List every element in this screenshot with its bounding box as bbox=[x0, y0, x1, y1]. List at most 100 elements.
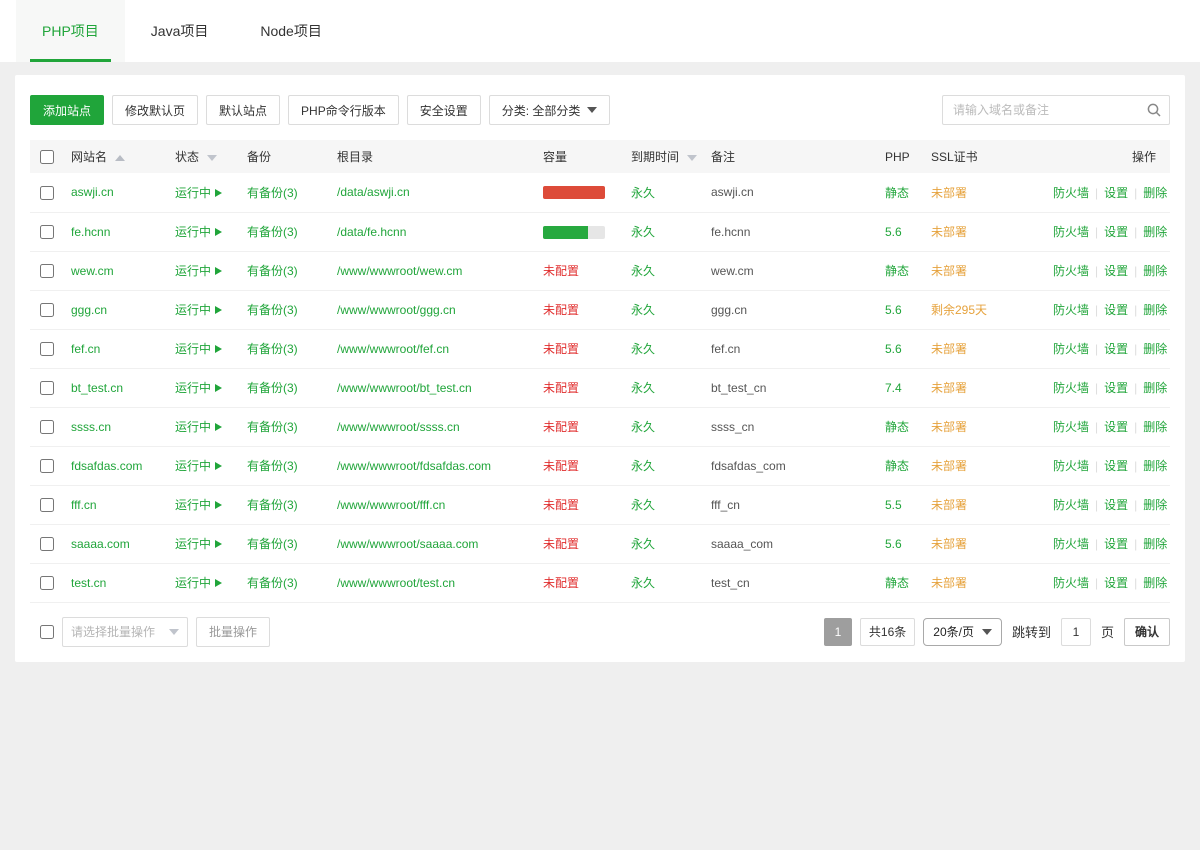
backup-link[interactable]: 有备份(3) bbox=[247, 420, 298, 434]
settings-link[interactable]: 设置 bbox=[1104, 381, 1128, 395]
settings-link[interactable]: 设置 bbox=[1104, 342, 1128, 356]
ssl-status-link[interactable]: 未部署 bbox=[931, 498, 967, 512]
tab-node[interactable]: Node项目 bbox=[234, 0, 347, 62]
capacity-text-link[interactable]: 未配置 bbox=[543, 420, 579, 434]
delete-link[interactable]: 删除 bbox=[1143, 381, 1167, 395]
row-checkbox[interactable] bbox=[40, 264, 54, 278]
expire-link[interactable]: 永久 bbox=[631, 186, 655, 200]
php-version-link[interactable]: 5.6 bbox=[885, 303, 902, 317]
col-status[interactable]: 状态 bbox=[170, 140, 242, 173]
settings-link[interactable]: 设置 bbox=[1104, 420, 1128, 434]
root-dir-link[interactable]: /www/wwwroot/fff.cn bbox=[337, 498, 445, 512]
php-version-link[interactable]: 5.5 bbox=[885, 498, 902, 512]
expire-link[interactable]: 永久 bbox=[631, 264, 655, 278]
select-all-checkbox[interactable] bbox=[40, 150, 54, 164]
firewall-link[interactable]: 防火墙 bbox=[1053, 381, 1089, 395]
php-version-link[interactable]: 5.6 bbox=[885, 225, 902, 239]
page-number-button[interactable]: 1 bbox=[824, 618, 852, 646]
capacity-text-link[interactable]: 未配置 bbox=[543, 381, 579, 395]
delete-link[interactable]: 删除 bbox=[1143, 264, 1167, 278]
root-dir-link[interactable]: /data/aswji.cn bbox=[337, 185, 410, 199]
expire-link[interactable]: 永久 bbox=[631, 420, 655, 434]
expire-link[interactable]: 永久 bbox=[631, 225, 655, 239]
ssl-status-link[interactable]: 剩余295天 bbox=[931, 303, 987, 317]
backup-link[interactable]: 有备份(3) bbox=[247, 303, 298, 317]
search-icon[interactable] bbox=[1146, 102, 1162, 118]
capacity-text-link[interactable]: 未配置 bbox=[543, 303, 579, 317]
modify-default-page-button[interactable]: 修改默认页 bbox=[112, 95, 198, 125]
php-version-link[interactable]: 静态 bbox=[885, 264, 909, 278]
col-expire[interactable]: 到期时间 bbox=[626, 140, 706, 173]
backup-link[interactable]: 有备份(3) bbox=[247, 381, 298, 395]
site-note[interactable]: fdsafdas_com bbox=[711, 459, 786, 473]
page-size-select[interactable]: 20条/页 bbox=[923, 618, 1002, 646]
row-checkbox[interactable] bbox=[40, 186, 54, 200]
settings-link[interactable]: 设置 bbox=[1104, 264, 1128, 278]
root-dir-link[interactable]: /data/fe.hcnn bbox=[337, 225, 406, 239]
row-checkbox[interactable] bbox=[40, 342, 54, 356]
firewall-link[interactable]: 防火墙 bbox=[1053, 342, 1089, 356]
site-name-link[interactable]: saaaa.com bbox=[71, 537, 130, 551]
capacity-text-link[interactable]: 未配置 bbox=[543, 576, 579, 590]
tab-php[interactable]: PHP项目 bbox=[16, 0, 125, 62]
php-version-link[interactable]: 5.6 bbox=[885, 342, 902, 356]
root-dir-link[interactable]: /www/wwwroot/fef.cn bbox=[337, 342, 449, 356]
backup-link[interactable]: 有备份(3) bbox=[247, 342, 298, 356]
expire-link[interactable]: 永久 bbox=[631, 537, 655, 551]
row-checkbox[interactable] bbox=[40, 381, 54, 395]
tab-java[interactable]: Java项目 bbox=[125, 0, 235, 62]
site-status-link[interactable]: 运行中 bbox=[175, 342, 222, 356]
site-note[interactable]: bt_test_cn bbox=[711, 381, 766, 395]
firewall-link[interactable]: 防火墙 bbox=[1053, 264, 1089, 278]
firewall-link[interactable]: 防火墙 bbox=[1053, 186, 1089, 200]
confirm-button[interactable]: 确认 bbox=[1124, 618, 1170, 646]
site-status-link[interactable]: 运行中 bbox=[175, 576, 222, 590]
firewall-link[interactable]: 防火墙 bbox=[1053, 303, 1089, 317]
ssl-status-link[interactable]: 未部署 bbox=[931, 537, 967, 551]
expire-link[interactable]: 永久 bbox=[631, 303, 655, 317]
site-name-link[interactable]: fdsafdas.com bbox=[71, 459, 142, 473]
backup-link[interactable]: 有备份(3) bbox=[247, 225, 298, 239]
root-dir-link[interactable]: /www/wwwroot/ggg.cn bbox=[337, 303, 456, 317]
site-note[interactable]: fef.cn bbox=[711, 342, 740, 356]
site-note[interactable]: ggg.cn bbox=[711, 303, 747, 317]
ssl-status-link[interactable]: 未部署 bbox=[931, 342, 967, 356]
firewall-link[interactable]: 防火墙 bbox=[1053, 225, 1089, 239]
expire-link[interactable]: 永久 bbox=[631, 576, 655, 590]
firewall-link[interactable]: 防火墙 bbox=[1053, 498, 1089, 512]
site-note[interactable]: saaaa_com bbox=[711, 537, 773, 551]
firewall-link[interactable]: 防火墙 bbox=[1053, 420, 1089, 434]
firewall-link[interactable]: 防火墙 bbox=[1053, 459, 1089, 473]
expire-link[interactable]: 永久 bbox=[631, 459, 655, 473]
backup-link[interactable]: 有备份(3) bbox=[247, 264, 298, 278]
settings-link[interactable]: 设置 bbox=[1104, 225, 1128, 239]
settings-link[interactable]: 设置 bbox=[1104, 303, 1128, 317]
site-status-link[interactable]: 运行中 bbox=[175, 498, 222, 512]
row-checkbox[interactable] bbox=[40, 420, 54, 434]
site-status-link[interactable]: 运行中 bbox=[175, 381, 222, 395]
ssl-status-link[interactable]: 未部署 bbox=[931, 264, 967, 278]
site-status-link[interactable]: 运行中 bbox=[175, 225, 222, 239]
site-note[interactable]: fe.hcnn bbox=[711, 225, 750, 239]
expire-link[interactable]: 永久 bbox=[631, 498, 655, 512]
root-dir-link[interactable]: /www/wwwroot/wew.cm bbox=[337, 264, 462, 278]
backup-link[interactable]: 有备份(3) bbox=[247, 459, 298, 473]
ssl-status-link[interactable]: 未部署 bbox=[931, 459, 967, 473]
php-cli-version-button[interactable]: PHP命令行版本 bbox=[288, 95, 399, 125]
ssl-status-link[interactable]: 未部署 bbox=[931, 186, 967, 200]
php-version-link[interactable]: 静态 bbox=[885, 459, 909, 473]
backup-link[interactable]: 有备份(3) bbox=[247, 498, 298, 512]
site-name-link[interactable]: wew.cm bbox=[71, 264, 114, 278]
site-status-link[interactable]: 运行中 bbox=[175, 537, 222, 551]
php-version-link[interactable]: 静态 bbox=[885, 576, 909, 590]
row-checkbox[interactable] bbox=[40, 225, 54, 239]
delete-link[interactable]: 删除 bbox=[1143, 537, 1167, 551]
capacity-bar[interactable] bbox=[543, 186, 605, 199]
site-status-link[interactable]: 运行中 bbox=[175, 459, 222, 473]
capacity-text-link[interactable]: 未配置 bbox=[543, 264, 579, 278]
site-note[interactable]: aswji.cn bbox=[711, 185, 754, 199]
delete-link[interactable]: 删除 bbox=[1143, 342, 1167, 356]
root-dir-link[interactable]: /www/wwwroot/bt_test.cn bbox=[337, 381, 472, 395]
backup-link[interactable]: 有备份(3) bbox=[247, 186, 298, 200]
delete-link[interactable]: 删除 bbox=[1143, 186, 1167, 200]
